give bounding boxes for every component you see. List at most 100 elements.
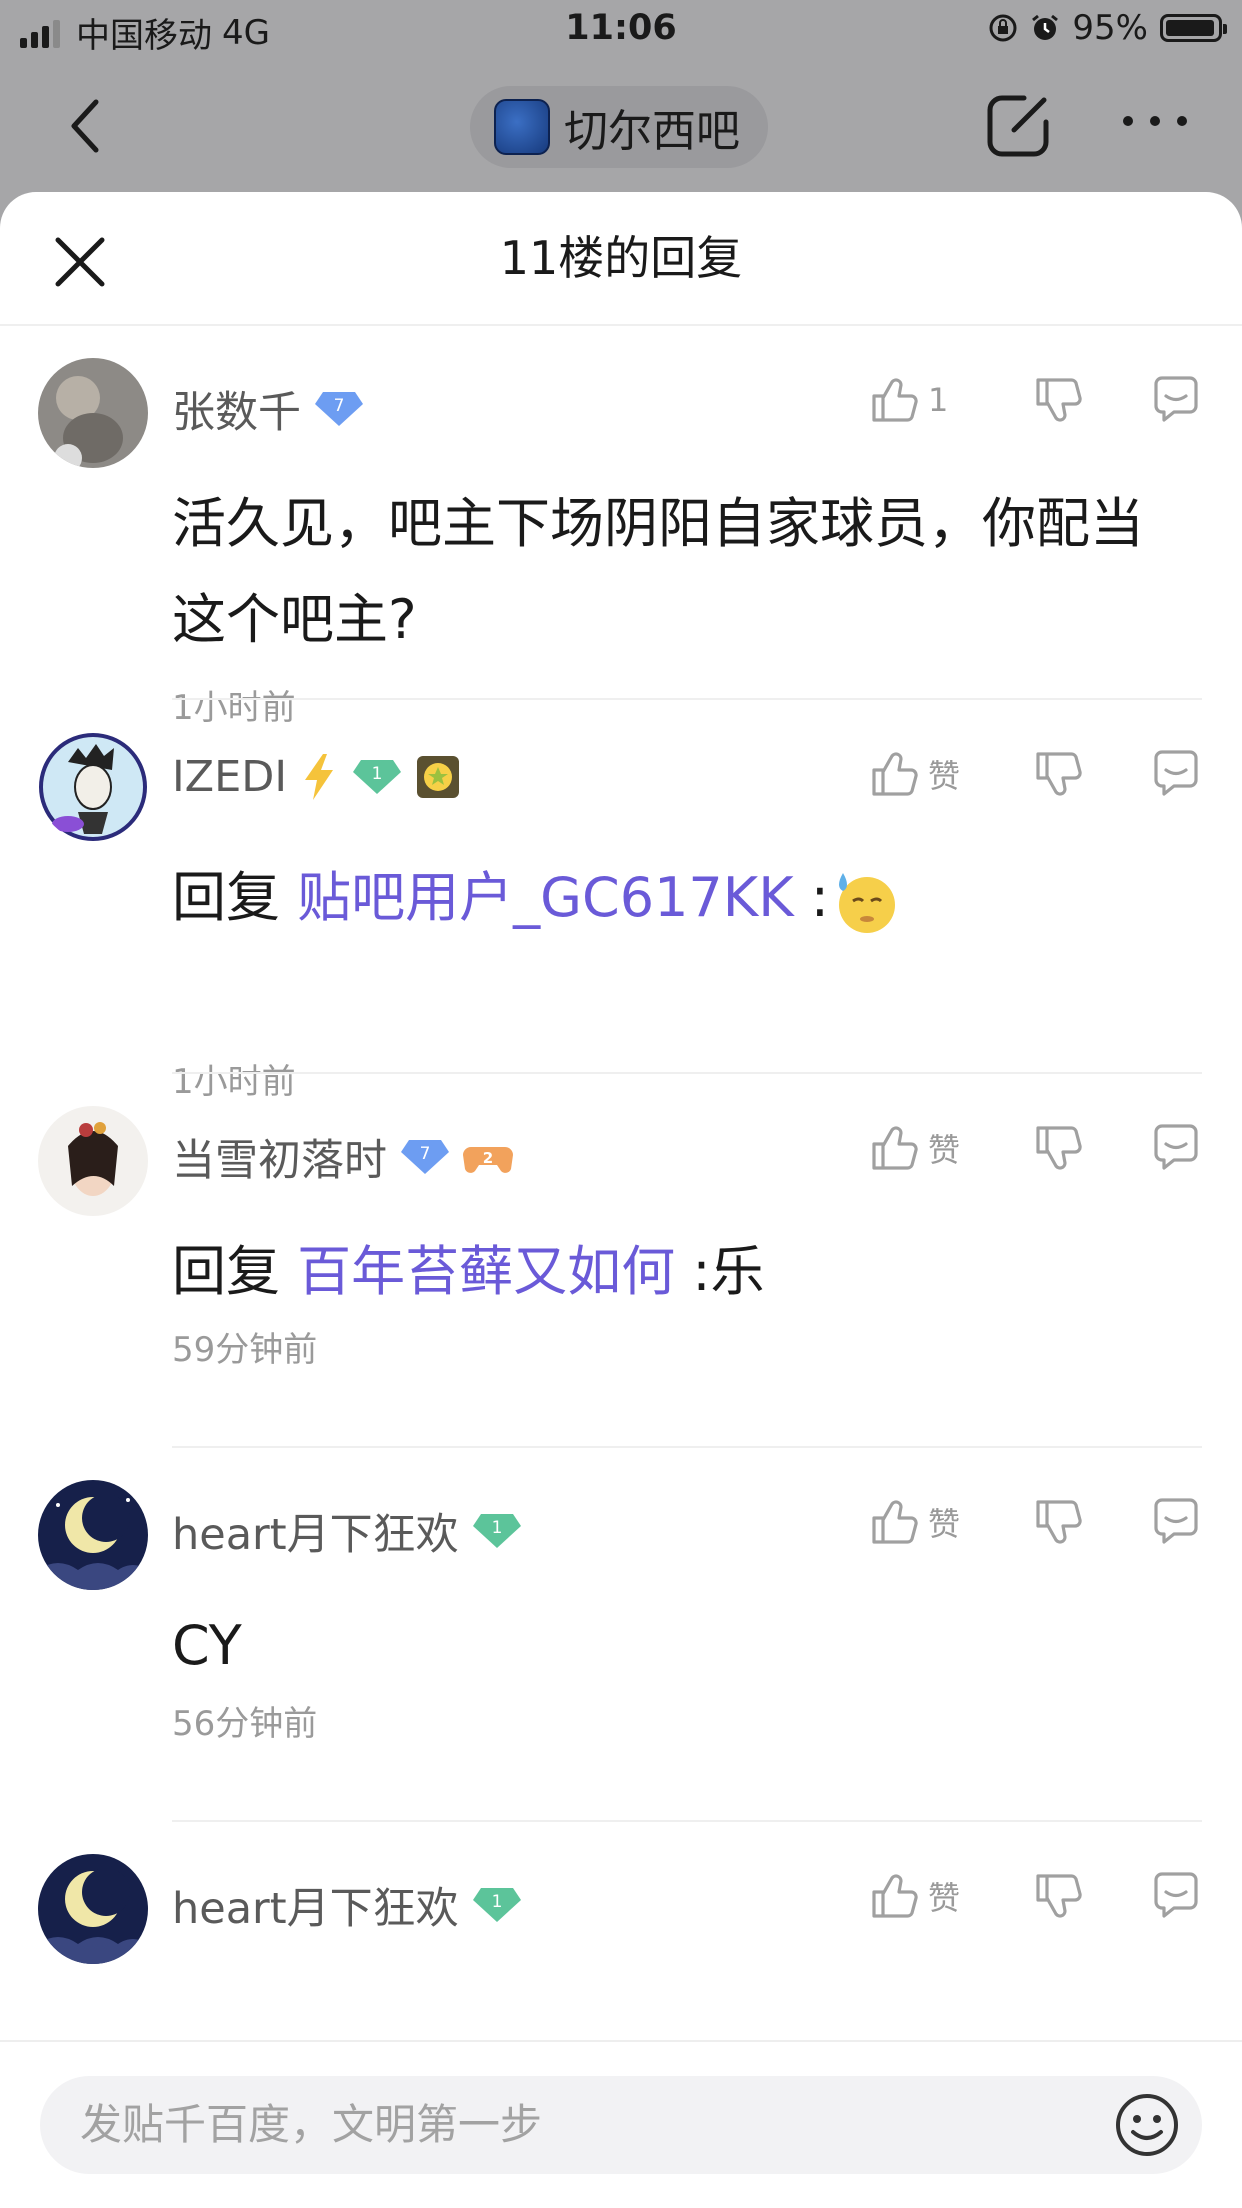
comment-actions: 赞 [868, 1122, 1202, 1174]
comment-time: 59分钟前 [172, 1330, 318, 1370]
forum-name: 切尔西吧 [564, 106, 740, 157]
like-count: 1 [928, 381, 949, 419]
mention-link[interactable]: 贴吧用户_GC617KK [297, 866, 793, 929]
reply-button[interactable] [1150, 374, 1202, 426]
thumb-down-icon [1036, 752, 1082, 796]
list-item: heart月下狂欢 1 赞 CY 56分钟前 [0, 1448, 1242, 1822]
avatar[interactable] [38, 358, 148, 468]
user-row: 当雪初落时 7 2 [172, 1126, 513, 1188]
comment-actions: 赞 [868, 1496, 1202, 1548]
sheet-title: 11楼的回复 [499, 231, 743, 285]
avatar[interactable] [38, 1480, 148, 1590]
mention-link[interactable]: 百年苔藓又如何 [297, 1240, 675, 1303]
svg-text:1: 1 [491, 1892, 502, 1912]
lightning-icon [305, 754, 334, 800]
comment-body: CY [172, 1614, 242, 1677]
list-item: IZEDI 1 赞 回复 贴吧用户_GC617KK: 1小时前 [0, 700, 1242, 1102]
thumb-up-icon [872, 378, 918, 422]
close-icon[interactable] [50, 232, 110, 292]
comment-body: 回复 百年苔藓又如何 :乐 [172, 1224, 1182, 1320]
like-label: 赞 [928, 757, 961, 795]
comment-body: 活久见，吧主下场阴阳自家球员，你配当这个吧主? [172, 492, 1144, 651]
thumb-up-icon [872, 752, 918, 796]
username[interactable]: heart月下狂欢 [172, 1500, 459, 1562]
dislike-button[interactable] [1032, 1870, 1084, 1922]
game-badge: 2 [463, 1137, 513, 1177]
status-right: 95% [988, 8, 1227, 48]
like-button[interactable]: 赞 [868, 1122, 992, 1174]
like-button[interactable]: 赞 [868, 748, 992, 800]
list-item: 张数千 7 1 活久见，吧主下场阴阳自家球员，你配当这个吧主? 1小时前 [0, 326, 1242, 728]
edit-icon[interactable] [984, 90, 1054, 160]
avatar[interactable] [38, 732, 148, 842]
comment-icon [1154, 1124, 1198, 1170]
comment-actions: 赞 [868, 1870, 1202, 1922]
like-button[interactable]: 赞 [868, 1496, 992, 1548]
avatar[interactable] [38, 1106, 148, 1216]
user-row: heart月下狂欢 1 [172, 1874, 523, 1936]
comment-icon [1154, 376, 1198, 422]
svg-text:1: 1 [491, 1518, 502, 1538]
thumb-up-icon [872, 1874, 918, 1918]
dislike-button[interactable] [1032, 1122, 1084, 1174]
thumb-down-icon [1036, 1500, 1082, 1544]
sweat-emoji-icon [839, 873, 895, 934]
alarm-icon [1032, 14, 1059, 40]
reply-prefix: 回复 [172, 1240, 280, 1303]
reply-button[interactable] [1150, 1870, 1202, 1922]
body-suffix: :乐 [692, 1240, 765, 1303]
status-bar: 中国移动 4G 11:06 95% [0, 0, 1242, 62]
battery-icon [1160, 14, 1227, 42]
comment-input[interactable]: 发贴千百度，文明第一步 [40, 2076, 1202, 2174]
dislike-button[interactable] [1032, 748, 1084, 800]
svg-text:7: 7 [334, 396, 345, 416]
reply-button[interactable] [1150, 1122, 1202, 1174]
level-badge: 7 [399, 1137, 451, 1177]
level-badge: 7 [313, 389, 365, 429]
thumb-up-icon [872, 1126, 918, 1170]
username[interactable]: 张数千 [172, 378, 301, 440]
forum-name-pill[interactable]: 切尔西吧 [470, 86, 768, 168]
chevron-left-icon[interactable] [58, 96, 118, 156]
comment-body: 回复 贴吧用户_GC617KK : [172, 850, 1182, 946]
forum-nav-bar: 切尔西吧 [0, 62, 1242, 192]
medal-icon [417, 756, 460, 798]
username[interactable]: heart月下狂欢 [172, 1874, 459, 1936]
username[interactable]: IZEDI [172, 752, 287, 802]
reply-button[interactable] [1150, 1496, 1202, 1548]
level-badge: 1 [471, 1885, 523, 1925]
orientation-lock-icon [989, 14, 1017, 42]
battery-percent: 95% [1072, 8, 1148, 48]
emoji-icon[interactable] [1114, 2092, 1180, 2158]
reply-button[interactable] [1150, 748, 1202, 800]
comment-actions: 赞 [868, 748, 1202, 800]
body-suffix: : [810, 866, 829, 929]
input-placeholder: 发贴千百度，文明第一步 [80, 2100, 543, 2149]
level-badge: 1 [471, 1511, 523, 1551]
user-row: 张数千 7 [172, 378, 365, 440]
more-icon[interactable] [1120, 106, 1190, 136]
sheet-header: 11楼的回复 [0, 192, 1242, 326]
thumb-up-icon [872, 1500, 918, 1544]
thumb-down-icon [1036, 1874, 1082, 1918]
like-label: 赞 [928, 1505, 961, 1543]
reply-sheet: 11楼的回复 张数千 7 1 活久见，吧主下场阴阳自家球员，你配当这个吧主? 1… [0, 192, 1242, 2208]
thumb-down-icon [1036, 378, 1082, 422]
dislike-button[interactable] [1032, 1496, 1084, 1548]
dislike-button[interactable] [1032, 374, 1084, 426]
comment-actions: 1 [868, 374, 1202, 426]
comment-icon [1154, 1498, 1198, 1544]
comment-icon [1154, 1872, 1198, 1918]
svg-text:7: 7 [420, 1144, 431, 1164]
like-button[interactable]: 1 [868, 374, 992, 426]
comment-input-bar: 发贴千百度，文明第一步 [0, 2040, 1242, 2208]
like-label: 赞 [928, 1879, 961, 1917]
like-button[interactable]: 赞 [868, 1870, 992, 1922]
comment-icon [1154, 750, 1198, 796]
comment-time: 56分钟前 [172, 1704, 318, 1744]
username[interactable]: 当雪初落时 [172, 1126, 387, 1188]
avatar[interactable] [38, 1854, 148, 1964]
comment-list: 张数千 7 1 活久见，吧主下场阴阳自家球员，你配当这个吧主? 1小时前 IZE… [0, 326, 1242, 2196]
user-row: IZEDI 1 [172, 752, 461, 802]
thumb-down-icon [1036, 1126, 1082, 1170]
